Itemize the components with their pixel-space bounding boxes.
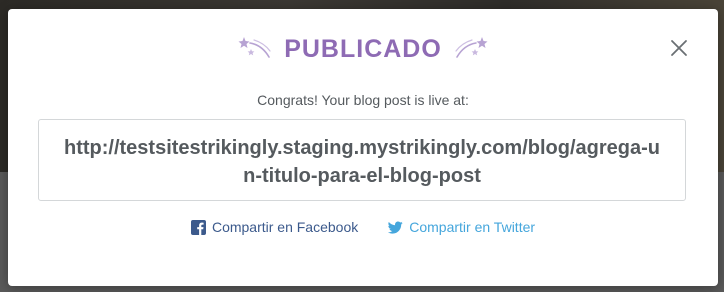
share-facebook-label: Compartir en Facebook <box>211 219 359 235</box>
facebook-icon <box>190 219 206 235</box>
congrats-message: Congrats! Your blog post is live at: <box>257 92 469 108</box>
shooting-stars-left-icon <box>238 37 271 58</box>
share-facebook-link[interactable]: Compartir en Facebook <box>190 219 359 235</box>
shooting-stars-right-icon <box>455 37 488 58</box>
modal-title: PUBLICADO <box>284 34 442 63</box>
close-icon[interactable] <box>670 39 688 57</box>
twitter-icon <box>388 220 403 234</box>
published-url[interactable]: http://testsitestrikingly.staging.mystri… <box>38 119 686 201</box>
share-twitter-link[interactable]: Compartir en Twitter <box>388 219 535 235</box>
share-row: Compartir en Facebook Compartir en Twitt… <box>8 217 718 237</box>
modal-header: PUBLICADO <box>8 33 718 65</box>
share-twitter-label: Compartir en Twitter <box>409 219 536 235</box>
published-modal: PUBLICADO Congrats! Your blog post is li… <box>8 9 718 286</box>
